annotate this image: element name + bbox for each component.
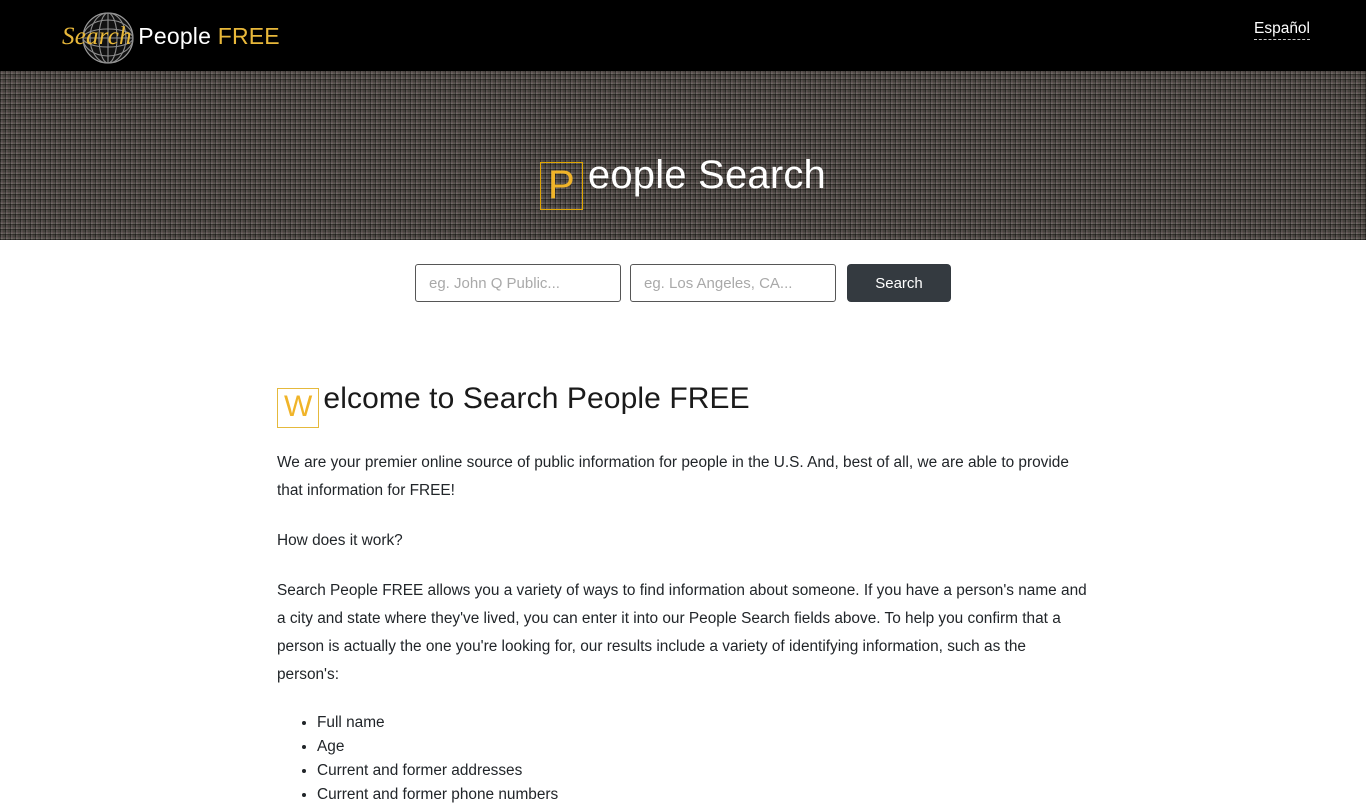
page-title: People Search xyxy=(0,152,1366,210)
how-it-works-paragraph: Search People FREE allows you a variety … xyxy=(277,582,1087,683)
page-title-dropcap: P xyxy=(539,162,583,210)
welcome-heading-rest: elcome to Search People FREE xyxy=(323,382,750,415)
list-item: Full name xyxy=(317,711,1087,735)
site-header: Search People FREE Español xyxy=(0,0,1366,71)
site-logo[interactable]: Search People FREE xyxy=(62,8,280,64)
search-button[interactable]: Search xyxy=(847,264,951,302)
language-link-espanol[interactable]: Español xyxy=(1253,20,1310,40)
list-item: Age xyxy=(317,735,1087,759)
search-location-input[interactable] xyxy=(630,264,836,302)
page-title-rest: eople Search xyxy=(587,153,826,197)
main-content: Welcome to Search People FREE We are you… xyxy=(277,380,1087,807)
logo-word-search: Search xyxy=(62,22,132,50)
list-item: Current and former addresses xyxy=(317,759,1087,783)
search-form: Search xyxy=(0,264,1366,302)
welcome-heading: Welcome to Search People FREE xyxy=(277,380,1087,428)
search-name-input[interactable] xyxy=(415,264,621,302)
identifying-info-list: Full name Age Current and former address… xyxy=(277,711,1087,807)
list-item: Current and former phone numbers xyxy=(317,783,1087,807)
hero-banner: People Search Name Phone Address Email xyxy=(0,71,1366,240)
site-logo-text: Search People FREE xyxy=(62,8,280,65)
how-it-works-question: How does it work? xyxy=(277,532,403,549)
intro-paragraph: We are your premier online source of pub… xyxy=(277,454,1069,499)
welcome-heading-dropcap: W xyxy=(277,388,320,428)
logo-word-free: FREE xyxy=(217,22,280,49)
logo-word-people: People xyxy=(131,22,218,49)
